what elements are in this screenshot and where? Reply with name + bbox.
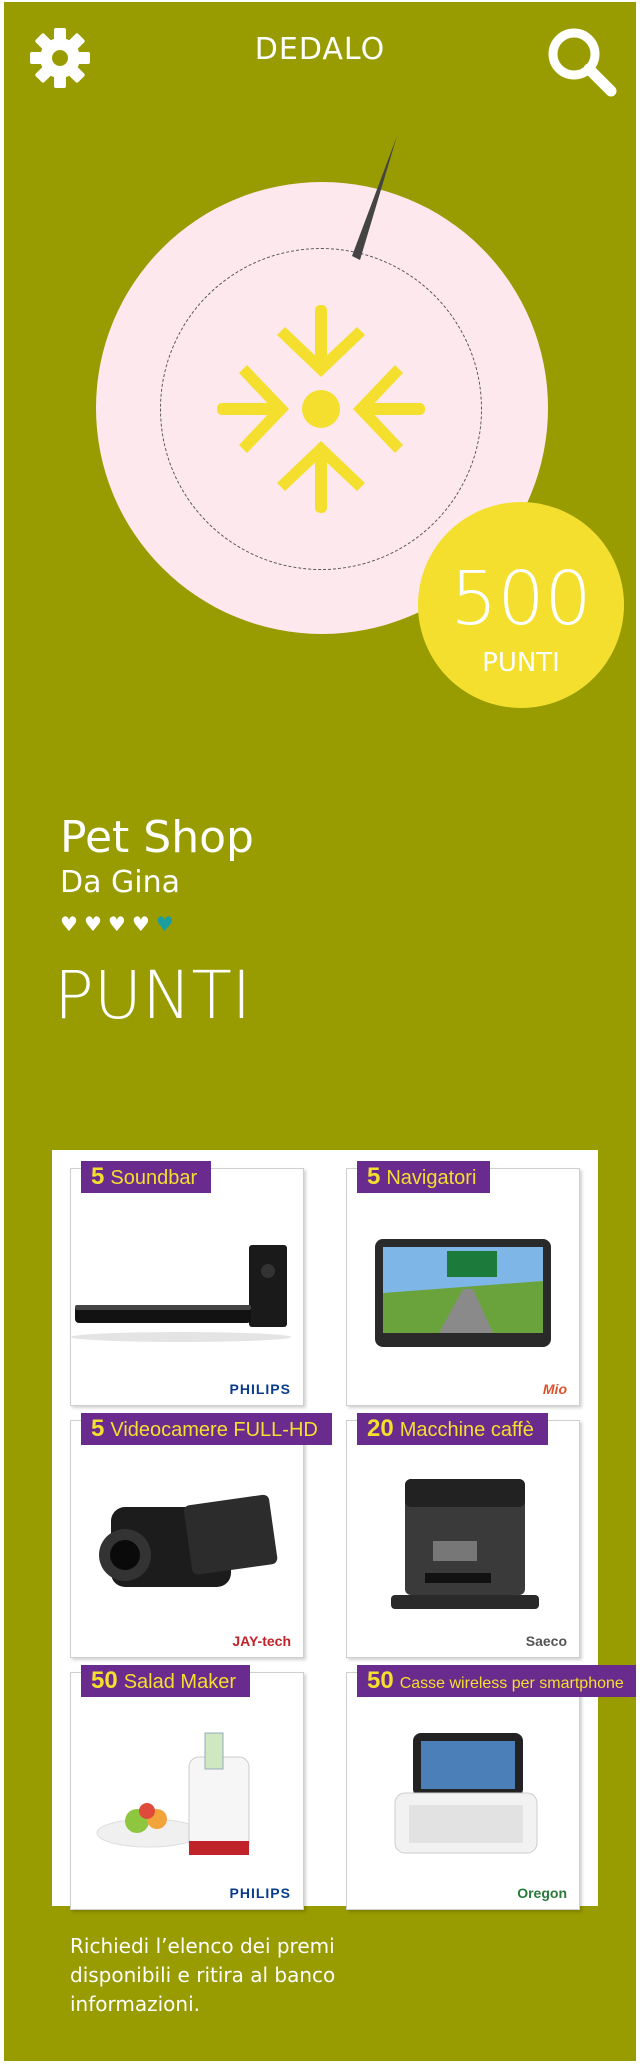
- dial-needle: [352, 136, 397, 260]
- brand-logo: Mio: [542, 1381, 567, 1397]
- prize-card[interactable]: 5 Navigatori Mio: [346, 1161, 580, 1406]
- prize-card[interactable]: 5 Videocamere FULL-HD JAY-tech: [70, 1413, 332, 1658]
- brand-logo: PHILIPS: [229, 1885, 291, 1901]
- points-badge: 500 PUNTI: [418, 502, 624, 708]
- coffee-machine-image: [391, 1479, 539, 1609]
- prize-label: 5 Videocamere FULL-HD: [81, 1413, 332, 1445]
- shop-name: Pet Shop: [60, 812, 254, 863]
- shop-rating: ♥ ♥ ♥ ♥ ♥: [60, 914, 174, 934]
- wireless-speaker-image: [394, 1733, 538, 1854]
- heart-icon: ♥: [155, 912, 174, 936]
- prize-card[interactable]: 50 Salad Maker PHILIPS: [70, 1665, 304, 1910]
- footer-note: Richiedi l’elenco dei premi disponibili …: [70, 1934, 336, 2016]
- prize-label: 50 Casse wireless per smartphone: [357, 1665, 636, 1697]
- heart-icon: ♥: [131, 912, 150, 936]
- heart-icon: ♥: [60, 912, 78, 936]
- section-title: PUNTI: [54, 957, 252, 1034]
- prize-label: 20 Macchine caffè: [357, 1413, 548, 1445]
- camcorder-image: [99, 1494, 278, 1587]
- heart-icon: ♥: [83, 912, 102, 936]
- prize-catalog: 5 Soundbar PHILIPS 5 Navigatori Mio 5 Vi…: [52, 1150, 636, 1910]
- salad-maker-image: [96, 1732, 250, 1855]
- points-value: 500: [450, 556, 592, 642]
- app-title: DEDALO: [254, 32, 386, 67]
- brand-logo: Oregon: [517, 1885, 567, 1901]
- points-unit: PUNTI: [482, 648, 560, 678]
- prize-card[interactable]: 5 Soundbar PHILIPS: [70, 1161, 304, 1406]
- search-icon[interactable]: [544, 24, 618, 98]
- brand-logo: JAY-tech: [232, 1633, 291, 1649]
- prize-label: 5 Navigatori: [357, 1161, 491, 1193]
- prize-label: 50 Salad Maker: [81, 1665, 250, 1697]
- soundbar-image: [71, 1245, 291, 1342]
- prize-card[interactable]: 50 Casse wireless per smartphone Oregon: [346, 1665, 636, 1910]
- shop-logo-icon: [217, 305, 425, 513]
- navigator-image: [375, 1239, 551, 1347]
- heart-icon: ♥: [107, 912, 126, 936]
- brand-logo: PHILIPS: [229, 1381, 291, 1397]
- shop-owner: Da Gina: [60, 865, 180, 900]
- brand-logo: Saeco: [525, 1633, 567, 1649]
- prize-card[interactable]: 20 Macchine caffè Saeco: [346, 1413, 580, 1658]
- app-screen: DEDALO 500 PUNTI Pet Shop Da Gina ♥ ♥ ♥ …: [4, 2, 636, 2061]
- prize-label: 5 Soundbar: [81, 1161, 212, 1193]
